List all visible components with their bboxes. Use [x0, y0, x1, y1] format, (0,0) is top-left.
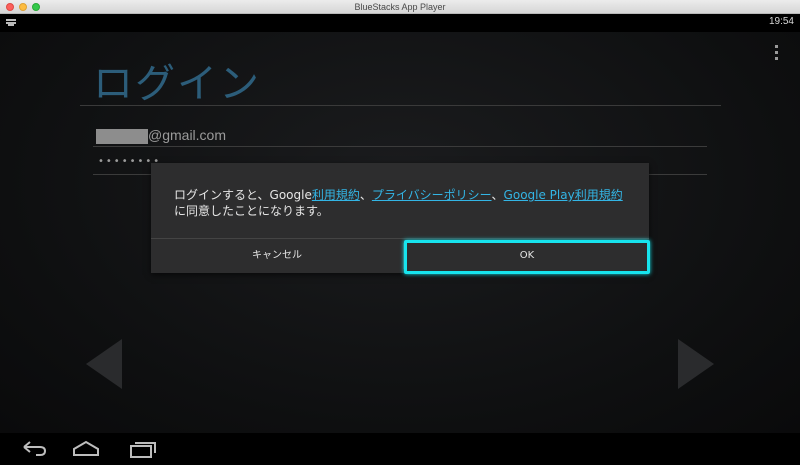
email-field[interactable]: @gmail.com — [93, 126, 707, 148]
terms-link[interactable]: 利用規約 — [312, 188, 360, 202]
keyboard-icon — [6, 19, 16, 26]
privacy-policy-link[interactable]: プライバシーポリシー — [372, 188, 492, 202]
dialog-separator: 、 — [359, 188, 372, 202]
recent-apps-icon[interactable] — [124, 437, 164, 461]
email-underline — [93, 146, 707, 147]
dialog-text: ログインすると、Google — [174, 188, 312, 202]
previous-arrow-icon[interactable] — [86, 339, 122, 389]
button-separator — [403, 243, 404, 269]
next-arrow-icon[interactable] — [678, 339, 714, 389]
home-icon[interactable] — [66, 437, 106, 461]
email-domain: @gmail.com — [148, 127, 227, 143]
dialog-message: ログインすると、Google利用規約、プライバシーポリシー、Google Pla… — [174, 187, 634, 219]
clock: 19:54 — [768, 16, 794, 27]
email-redaction — [96, 129, 148, 144]
dialog-text: に同意したことになります。 — [174, 204, 329, 218]
window-titlebar: BlueStacks App Player — [0, 0, 800, 14]
navigation-bar — [0, 433, 800, 465]
google-play-terms-link[interactable]: Google Play利用規約 — [504, 188, 623, 202]
page-title: ログイン — [93, 61, 261, 107]
window-title: BlueStacks App Player — [354, 2, 446, 12]
ok-button[interactable]: OK — [405, 239, 649, 273]
status-bar: 19:54 — [0, 14, 800, 32]
title-divider — [80, 105, 721, 106]
overflow-menu-icon[interactable] — [774, 45, 780, 63]
back-icon[interactable] — [14, 437, 54, 461]
terms-dialog: ログインすると、Google利用規約、プライバシーポリシー、Google Pla… — [151, 163, 649, 273]
dialog-separator: 、 — [491, 188, 504, 202]
cancel-button[interactable]: キャンセル — [151, 239, 403, 273]
